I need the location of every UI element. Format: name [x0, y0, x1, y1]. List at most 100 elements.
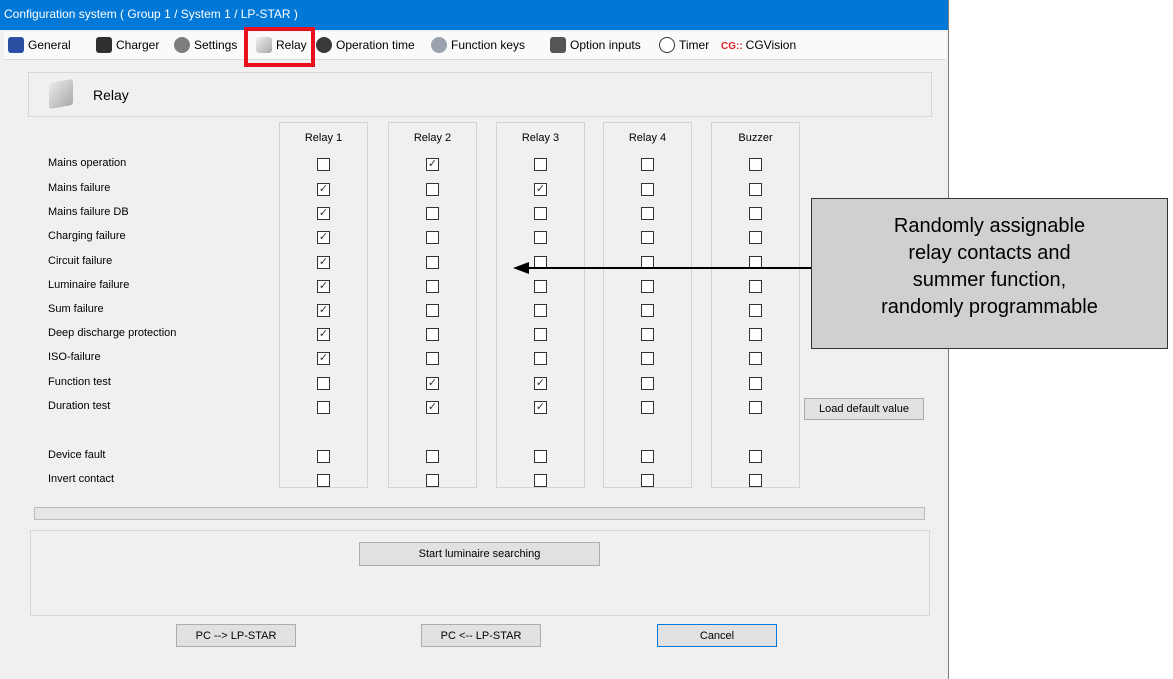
- checkbox-relay-2[interactable]: [426, 256, 439, 269]
- checkbox-relay-2[interactable]: [426, 304, 439, 317]
- checkbox-relay-1[interactable]: [317, 450, 330, 463]
- checkbox-buzzer[interactable]: [749, 474, 762, 487]
- checkbox-relay-3[interactable]: [534, 474, 547, 487]
- option-inputs-icon: [550, 37, 566, 53]
- checkbox-relay-1[interactable]: ✓: [317, 352, 330, 365]
- toolbar-timer-label: Timer: [679, 38, 710, 52]
- checkbox-relay-1[interactable]: ✓: [317, 304, 330, 317]
- checkbox-buzzer[interactable]: [749, 450, 762, 463]
- checkbox-relay-3[interactable]: [534, 280, 547, 293]
- toolbar-timer[interactable]: Timer: [659, 35, 709, 56]
- column-header-relay-1: Relay 1: [304, 132, 343, 144]
- row-label: ISO-failure: [48, 351, 101, 363]
- operation-time-icon: [316, 37, 332, 53]
- row-label: Device fault: [48, 449, 106, 461]
- checkbox-relay-4[interactable]: [641, 474, 654, 487]
- checkbox-relay-1[interactable]: ✓: [317, 328, 330, 341]
- checkbox-buzzer[interactable]: [749, 280, 762, 293]
- clock-icon: [659, 37, 675, 53]
- load-default-button[interactable]: Load default value: [804, 398, 924, 420]
- callout-line: Randomly assignable: [893, 215, 1086, 237]
- checkbox-relay-2[interactable]: [426, 450, 439, 463]
- checkbox-relay-2[interactable]: ✓: [426, 158, 439, 171]
- column-header-buzzer: Buzzer: [738, 132, 773, 144]
- checkbox-relay-3[interactable]: [534, 450, 547, 463]
- toolbar-settings[interactable]: Settings: [174, 35, 237, 56]
- row-label: Sum failure: [48, 303, 104, 315]
- row-label: Mains failure DB: [48, 206, 129, 218]
- checkbox-relay-2[interactable]: ✓: [426, 377, 439, 390]
- checkbox-buzzer[interactable]: [749, 352, 762, 365]
- checkbox-relay-3[interactable]: [534, 352, 547, 365]
- checkbox-buzzer[interactable]: [749, 328, 762, 341]
- checkbox-buzzer[interactable]: [749, 377, 762, 390]
- checkbox-relay-4[interactable]: [641, 158, 654, 171]
- callout-arrow-head: [513, 262, 529, 274]
- callout-line: randomly programmable: [881, 296, 1098, 318]
- checkbox-relay-2[interactable]: [426, 207, 439, 220]
- checkbox-relay-3[interactable]: [534, 158, 547, 171]
- column-header-relay-2: Relay 2: [413, 132, 452, 144]
- checkbox-buzzer[interactable]: [749, 304, 762, 317]
- checkbox-relay-1[interactable]: [317, 377, 330, 390]
- callout-arrow-line: [528, 267, 811, 269]
- checkbox-relay-1[interactable]: ✓: [317, 207, 330, 220]
- row-label: Mains operation: [48, 157, 127, 169]
- checkbox-relay-1[interactable]: [317, 474, 330, 487]
- row-label: Deep discharge protection: [48, 327, 177, 339]
- toolbar-general[interactable]: General: [8, 35, 71, 56]
- lp-star-to-pc-button[interactable]: PC <-- LP-STAR: [421, 624, 541, 647]
- checkbox-relay-2[interactable]: ✓: [426, 401, 439, 414]
- row-label: Invert contact: [48, 473, 115, 485]
- cancel-button[interactable]: Cancel: [657, 624, 777, 647]
- checkbox-relay-3[interactable]: [534, 304, 547, 317]
- checkbox-buzzer[interactable]: [749, 207, 762, 220]
- checkbox-relay-4[interactable]: [641, 280, 654, 293]
- checkbox-relay-2[interactable]: [426, 474, 439, 487]
- checkbox-relay-4[interactable]: [641, 207, 654, 220]
- checkbox-relay-1[interactable]: [317, 158, 330, 171]
- checkbox-relay-4[interactable]: [641, 183, 654, 196]
- start-luminaire-search-button[interactable]: Start luminaire searching: [359, 542, 600, 566]
- checkbox-relay-3[interactable]: ✓: [534, 401, 547, 414]
- toolbar-charger[interactable]: Charger: [96, 35, 159, 56]
- checkbox-relay-2[interactable]: [426, 280, 439, 293]
- checkbox-relay-3[interactable]: ✓: [534, 183, 547, 196]
- checkbox-relay-1[interactable]: ✓: [317, 280, 330, 293]
- checkbox-relay-3[interactable]: [534, 231, 547, 244]
- checkbox-relay-3[interactable]: ✓: [534, 377, 547, 390]
- checkbox-relay-1[interactable]: ✓: [317, 256, 330, 269]
- row-label: Duration test: [48, 400, 111, 412]
- checkbox-relay-4[interactable]: [641, 231, 654, 244]
- column-header-relay-4: Relay 4: [628, 132, 667, 144]
- checkbox-relay-1[interactable]: ✓: [317, 183, 330, 196]
- toolbar-function-keys[interactable]: Function keys: [431, 35, 525, 56]
- checkbox-buzzer[interactable]: [749, 231, 762, 244]
- checkbox-relay-1[interactable]: [317, 401, 330, 414]
- checkbox-relay-4[interactable]: [641, 352, 654, 365]
- checkbox-relay-2[interactable]: [426, 352, 439, 365]
- toolbar-cgvision[interactable]: CG:: CGVision: [721, 35, 796, 56]
- relay-section-icon: [49, 78, 73, 110]
- checkbox-relay-4[interactable]: [641, 450, 654, 463]
- toolbar-option-inputs[interactable]: Option inputs: [550, 35, 641, 56]
- toolbar-operation-time[interactable]: Operation time: [316, 35, 415, 56]
- checkbox-relay-3[interactable]: [534, 328, 547, 341]
- checkbox-buzzer[interactable]: [749, 401, 762, 414]
- checkbox-relay-4[interactable]: [641, 377, 654, 390]
- checkbox-relay-4[interactable]: [641, 304, 654, 317]
- callout-line: summer function,: [912, 269, 1067, 291]
- checkbox-relay-3[interactable]: [534, 207, 547, 220]
- checkbox-relay-2[interactable]: [426, 231, 439, 244]
- row-label: Luminaire failure: [48, 279, 130, 291]
- checkbox-buzzer[interactable]: [749, 183, 762, 196]
- checkbox-relay-4[interactable]: [641, 328, 654, 341]
- toolbar: General Charger Settings Relay Operation…: [4, 32, 946, 60]
- checkbox-relay-1[interactable]: ✓: [317, 231, 330, 244]
- row-label: Function test: [48, 376, 111, 388]
- checkbox-relay-4[interactable]: [641, 401, 654, 414]
- checkbox-relay-2[interactable]: [426, 328, 439, 341]
- checkbox-buzzer[interactable]: [749, 158, 762, 171]
- pc-to-lp-star-button[interactable]: PC --> LP-STAR: [176, 624, 296, 647]
- checkbox-relay-2[interactable]: [426, 183, 439, 196]
